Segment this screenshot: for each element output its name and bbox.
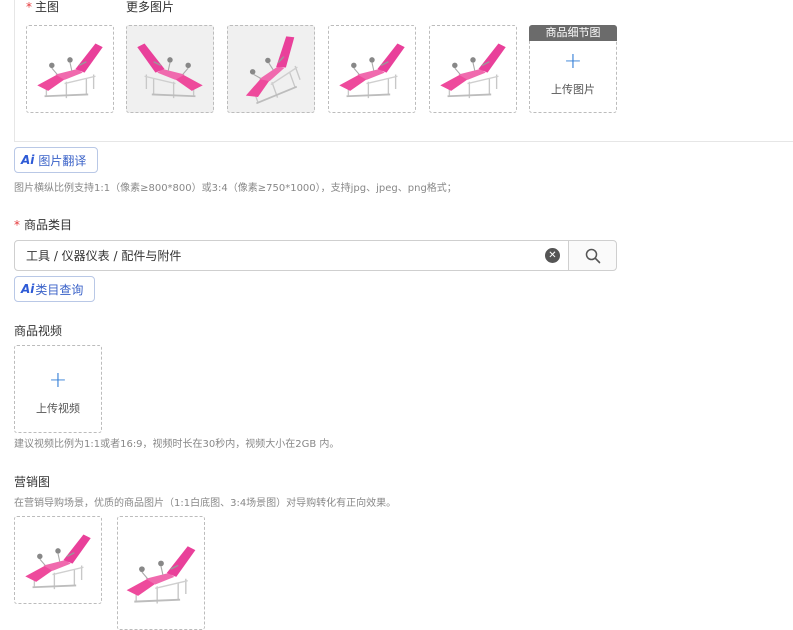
ai-icon: Ai	[21, 153, 35, 167]
video-hint: 建议视频比例为1:1或者16:9，视频时长在30秒内，视频大小在2GB 内。	[14, 439, 340, 450]
main-image-thumb[interactable]	[26, 25, 114, 113]
upload-image-label: 上传图片	[551, 83, 595, 96]
required-mark: *	[14, 218, 20, 232]
more-images-label: 更多图片	[126, 0, 175, 14]
required-mark: *	[26, 0, 32, 14]
more-image-thumb-4[interactable]	[429, 25, 517, 113]
more-image-thumb-2[interactable]	[227, 25, 315, 113]
marketing-hint: 在营销导购场景，优质的商品图片（1:1白底图、3:4场景图）对导购转化有正向效果…	[14, 498, 397, 509]
category-search-button[interactable]	[568, 240, 617, 271]
chair-image	[18, 520, 98, 600]
chair-image	[130, 29, 210, 109]
video-upload[interactable]: + 上传视频	[14, 345, 102, 433]
chair-image	[30, 29, 110, 109]
video-title: 商品视频	[14, 324, 63, 338]
ai-icon: Ai	[21, 282, 35, 296]
category-ai-query-button[interactable]: Ai 类目查询	[14, 276, 95, 302]
category-value: 工具 / 仪器仪表 / 配件与附件	[26, 249, 182, 263]
category-input[interactable]: 工具 / 仪器仪表 / 配件与附件 ✕	[14, 240, 569, 271]
more-image-thumb-1[interactable]	[126, 25, 214, 113]
upload-video-label: 上传视频	[36, 402, 80, 415]
marketing-title: 营销图	[14, 475, 51, 489]
image-format-hint: 图片横纵比例支持1:1（像素≥800*800）或3:4（像素≥750*1000）…	[14, 183, 457, 194]
search-icon	[585, 248, 600, 263]
more-image-thumb-3[interactable]	[328, 25, 416, 113]
detail-image-upload[interactable]: 商品细节图 + 上传图片	[529, 25, 617, 113]
chair-image	[119, 528, 203, 618]
plus-icon: +	[563, 49, 583, 74]
main-image-label: * 主图	[26, 0, 60, 14]
marketing-image-2[interactable]	[117, 516, 205, 630]
chair-image	[227, 25, 315, 113]
marketing-image-1[interactable]	[14, 516, 102, 604]
chair-image	[332, 29, 412, 109]
clear-icon[interactable]: ✕	[545, 248, 560, 263]
category-title: * 商品类目	[14, 218, 73, 232]
image-translate-button[interactable]: Ai 图片翻译	[14, 147, 98, 173]
plus-icon: +	[48, 368, 68, 393]
detail-image-tag: 商品细节图	[529, 25, 617, 41]
chair-image	[433, 29, 513, 109]
